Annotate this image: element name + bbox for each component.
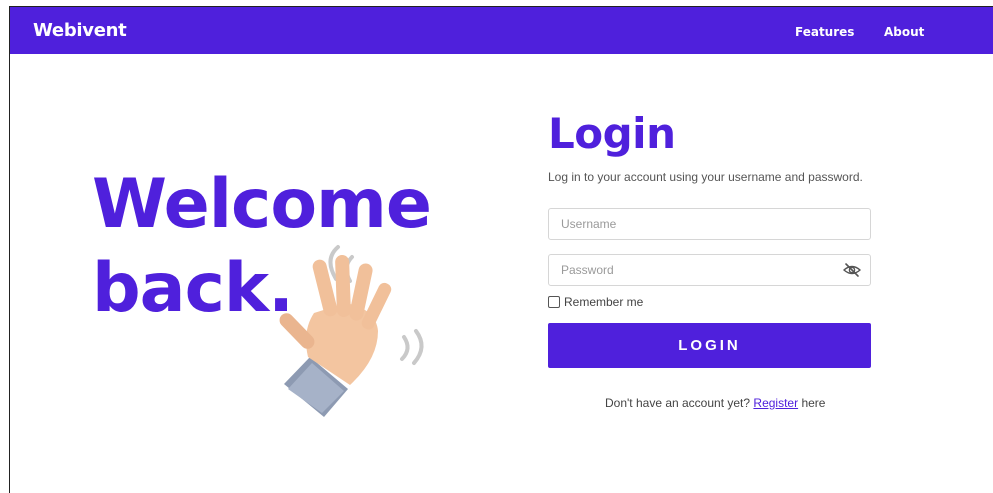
username-input[interactable] — [548, 208, 871, 240]
nav-link-features[interactable]: Features — [795, 25, 854, 39]
remember-me-checkbox[interactable] — [548, 296, 560, 308]
brand-logo[interactable]: Webivent — [33, 20, 127, 41]
welcome-line-1: Welcome — [92, 165, 432, 244]
nav-link-about[interactable]: About — [884, 25, 924, 39]
navbar: Webivent Features About — [10, 7, 993, 54]
register-link[interactable]: Register — [753, 396, 798, 410]
login-subtitle: Log in to your account using your userna… — [548, 170, 863, 184]
login-title: Login — [548, 109, 676, 158]
login-button[interactable]: LOGIN — [548, 323, 871, 368]
register-prefix: Don't have an account yet? — [605, 396, 751, 410]
waving-hand-icon — [279, 245, 424, 417]
remember-me-label: Remember me — [564, 295, 644, 309]
register-suffix: here — [801, 396, 826, 410]
eye-slash-icon[interactable] — [843, 262, 861, 278]
page-frame: Webivent Features About Welcome back. Lo… — [9, 6, 993, 493]
remember-me[interactable]: Remember me — [548, 295, 643, 309]
register-prompt: Don't have an account yet? Register here — [605, 396, 825, 410]
password-input[interactable] — [548, 254, 871, 286]
